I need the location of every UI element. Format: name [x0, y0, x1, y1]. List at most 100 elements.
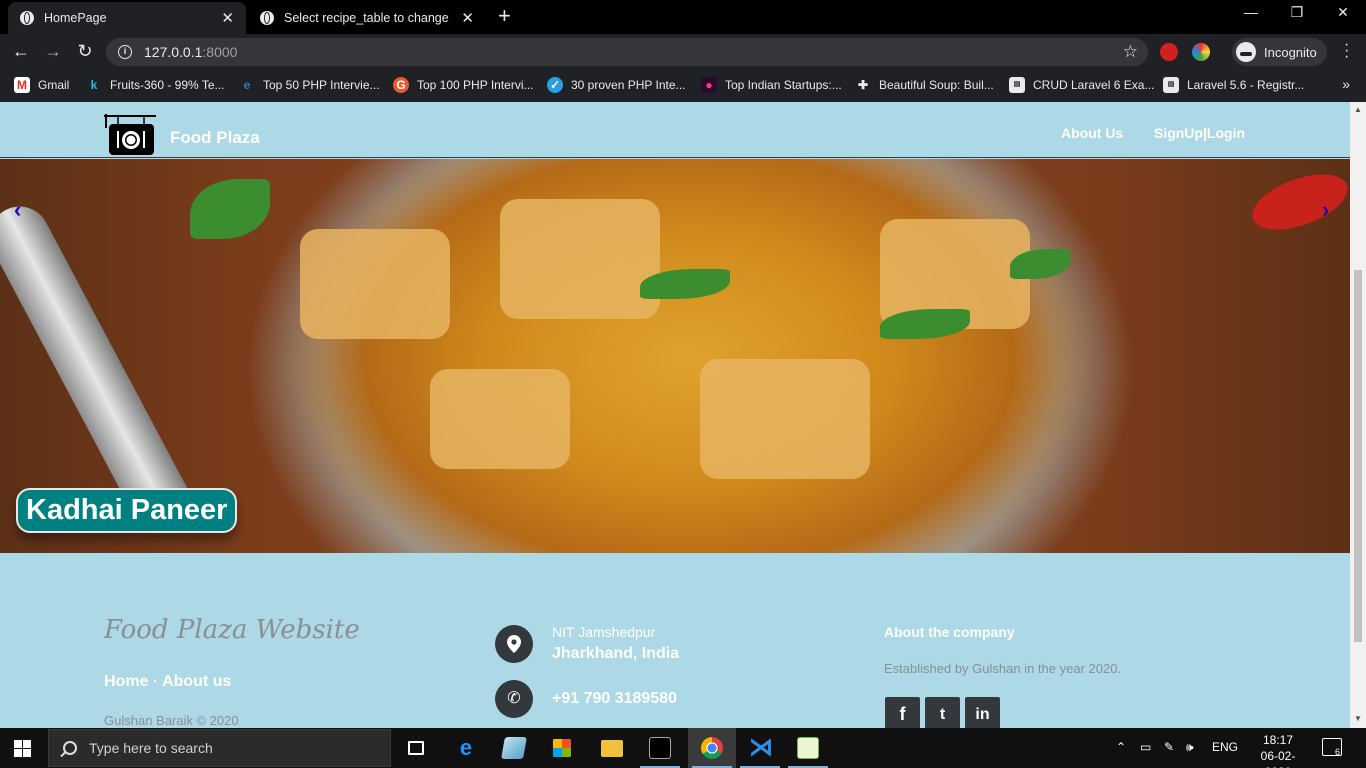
gmail-icon: M [14, 77, 30, 93]
command-prompt-icon[interactable] [636, 728, 684, 768]
bookmark-label: Beautiful Soup: Buil... [879, 78, 994, 92]
taskbar-search-placeholder: Type here to search [89, 740, 213, 756]
bookmark-label: Laravel 5.6 - Registr... [1187, 78, 1305, 92]
close-tab-icon[interactable]: ✕ [221, 9, 234, 27]
bookmark-crud-laravel[interactable]: ▤ CRUD Laravel 6 Exa... [1009, 77, 1154, 93]
incognito-icon [1236, 42, 1256, 62]
scroll-up-icon[interactable]: ▲ [1354, 105, 1362, 114]
page-viewport: Food Plaza About Us SignUp|Login ‹ › Kad… [0, 102, 1350, 728]
bookmark-edureka[interactable]: e Top 50 PHP Intervie... [239, 77, 380, 93]
scrollbar-thumb[interactable] [1354, 270, 1362, 642]
nav-signup-login[interactable]: SignUp|Login [1154, 125, 1245, 141]
bookmark-label: CRUD Laravel 6 Exa... [1033, 78, 1155, 92]
pen-icon[interactable]: ✎ [1164, 740, 1174, 754]
tray-overflow-icon[interactable]: ⌃ [1116, 740, 1126, 754]
brand-name[interactable]: Food Plaza [170, 128, 260, 148]
more-bookmarks-icon[interactable]: » [1342, 76, 1350, 92]
footer-copyright: Gulshan Baraik © 2020 [104, 713, 239, 728]
notification-count: 6 [1334, 747, 1340, 757]
vscode-icon[interactable]: ⋊ [736, 728, 784, 768]
bookmark-beautifulsoup[interactable]: ✚ Beautiful Soup: Buil... [855, 77, 994, 93]
bookmark-laravel-registration[interactable]: ▤ Laravel 5.6 - Registr... [1163, 77, 1304, 93]
guru99-icon: G [393, 77, 409, 93]
bookmark-gmail[interactable]: M Gmail [14, 77, 69, 93]
nav-about-us[interactable]: About Us [1061, 125, 1123, 141]
notepad-plus-icon[interactable] [784, 728, 832, 768]
restore-button[interactable]: ❐ [1274, 4, 1320, 21]
footer-address-line2: Jharkhand, India [552, 645, 680, 662]
back-button[interactable]: ← [10, 41, 32, 62]
info-icon[interactable]: i [118, 45, 132, 59]
chrome-icon[interactable] [688, 728, 736, 768]
phone-icon: ✆ [495, 680, 533, 718]
incognito-indicator[interactable]: Incognito [1232, 38, 1327, 66]
edge-icon[interactable]: e [442, 728, 490, 768]
footer-address-line1: NIT Jamshedpur [552, 624, 656, 640]
new-tab-button[interactable]: + [498, 5, 511, 27]
notes-app-icon[interactable] [490, 728, 538, 768]
incognito-label: Incognito [1264, 44, 1317, 60]
startup-icon: ● [701, 77, 717, 93]
browser-menu-icon[interactable]: · · · [1344, 37, 1349, 65]
python-icon: ✚ [857, 78, 869, 92]
page-scrollbar[interactable]: ▲ ▼ [1350, 102, 1366, 728]
bookmark-star-icon[interactable]: ☆ [1123, 42, 1138, 62]
footer-links[interactable]: Home · About us [104, 673, 231, 691]
bookmark-label: 30 proven PHP Inte... [571, 78, 686, 92]
forward-button[interactable]: → [42, 41, 64, 62]
network-icon[interactable]: ▭ [1140, 740, 1151, 754]
close-tab-icon[interactable]: ✕ [461, 9, 474, 27]
language-indicator[interactable]: ENG [1212, 740, 1238, 754]
task-view-icon[interactable] [392, 728, 440, 768]
taskbar-clock[interactable]: 18:17 06-02-2020 [1248, 732, 1308, 768]
footer-about-heading: About the company [884, 624, 1015, 640]
linkedin-icon[interactable]: in [965, 697, 1000, 728]
tab-homepage[interactable]: HomePage ✕ [8, 2, 246, 34]
reload-button[interactable]: ↻ [74, 41, 96, 62]
dish-image-paneer [500, 199, 660, 319]
adblock-extension-icon[interactable] [1160, 43, 1178, 61]
bookmark-label: Fruits-360 - 99% Te... [110, 78, 225, 92]
tab-title: HomePage [44, 11, 107, 25]
hero-carousel: ‹ › Kadhai Paneer [0, 159, 1350, 553]
file-explorer-icon[interactable] [588, 728, 636, 768]
dish-image-paneer [430, 369, 570, 469]
color-extension-icon[interactable] [1192, 43, 1210, 61]
windows-start-icon[interactable] [14, 740, 31, 757]
facebook-icon[interactable]: f [885, 697, 920, 728]
tab-django-admin[interactable]: Select recipe_table to change | Dj ✕ [248, 2, 486, 34]
volume-icon[interactable]: 🕪 [1186, 740, 1194, 755]
bookmarks-bar: M Gmail k Fruits-360 - 99% Te... e Top 50 P… [0, 70, 1366, 102]
dish-image-coriander [190, 179, 270, 239]
bookmark-codementor[interactable]: ✓ 30 proven PHP Inte... [547, 77, 686, 93]
kaggle-icon: k [90, 78, 98, 92]
carousel-prev-icon[interactable]: ‹ [14, 197, 21, 223]
address-bar[interactable]: i 127.0.0.1:8000 ☆ [106, 38, 1148, 66]
notification-center-icon[interactable]: 6 [1322, 738, 1342, 757]
restaurant-sign-logo-icon[interactable] [104, 114, 156, 156]
taskbar-search-box[interactable]: Type here to search [48, 729, 391, 767]
globe-icon [20, 11, 34, 25]
url-port: :8000 [202, 44, 238, 60]
footer-about-text: Established by Gulshan in the year 2020. [884, 661, 1122, 676]
bookmark-kaggle[interactable]: k Fruits-360 - 99% Te... [86, 77, 225, 93]
bookmark-guru99[interactable]: G Top 100 PHP Intervi... [393, 77, 534, 93]
dish-image-paneer [700, 359, 870, 479]
carousel-next-icon[interactable]: › [1322, 197, 1329, 223]
site-footer: Food Plaza Website Home · About us Gulsh… [0, 553, 1350, 728]
url-host: 127.0.0.1 [144, 44, 203, 60]
edureka-icon: e [243, 78, 251, 92]
site-navbar: Food Plaza About Us SignUp|Login [0, 102, 1350, 158]
bookmark-label: Top 100 PHP Intervi... [417, 78, 534, 92]
store-icon[interactable] [538, 728, 586, 768]
twitter-icon[interactable]: t [925, 697, 960, 728]
bookmark-label: Top 50 PHP Intervie... [263, 78, 380, 92]
bookmark-startups[interactable]: ● Top Indian Startups:... [701, 77, 842, 93]
search-icon [63, 741, 77, 755]
close-window-button[interactable]: ✕ [1320, 4, 1366, 21]
footer-phone: +91 790 3189580 [552, 690, 678, 707]
scroll-down-icon[interactable]: ▼ [1354, 714, 1362, 723]
bookmark-label: Gmail [38, 78, 70, 92]
minimize-button[interactable]: — [1228, 4, 1274, 20]
tab-title: Select recipe_table to change | Dj [284, 11, 454, 25]
